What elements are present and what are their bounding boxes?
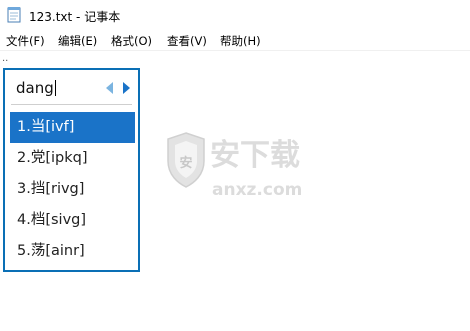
candidate-item[interactable]: 2.党[ipkq]: [10, 143, 135, 174]
ime-divider: [11, 104, 132, 105]
menu-bar: 文件(F) 编辑(E) 格式(O) 查看(V) 帮助(H): [0, 30, 470, 51]
menu-help[interactable]: 帮助(H): [220, 33, 261, 49]
candidate-item[interactable]: 4.档[sivg]: [10, 205, 135, 236]
text-cursor-icon: ..: [2, 53, 9, 64]
menu-file[interactable]: 文件(F): [6, 33, 45, 49]
ime-cursor: [54, 80, 56, 96]
menu-format[interactable]: 格式(O): [111, 33, 152, 49]
svg-text:安: 安: [179, 155, 192, 171]
ime-candidate-window: dang 1.当[ivf] 2.党[ipkq] 3.挡[rivg] 4.档[si…: [3, 68, 140, 272]
title-bar: 123.txt - 记事本: [0, 0, 470, 30]
watermark-cn: 安下载: [210, 138, 300, 173]
notepad-icon: [7, 7, 21, 23]
candidate-item[interactable]: 3.挡[rivg]: [10, 174, 135, 205]
candidate-item[interactable]: 1.当[ivf]: [10, 112, 135, 143]
next-page-arrow-icon[interactable]: [123, 82, 130, 94]
candidate-item[interactable]: 5.荡[ainr]: [10, 236, 135, 267]
menu-view[interactable]: 查看(V): [167, 33, 207, 49]
ime-composition: dang: [16, 79, 56, 97]
prev-page-arrow-icon[interactable]: [106, 82, 113, 94]
watermark-en: anxz.com: [212, 180, 302, 200]
ime-composition-text: dang: [16, 79, 54, 97]
menu-edit[interactable]: 编辑(E): [58, 33, 97, 49]
watermark-logo: 安 安下载 anxz.com: [167, 132, 302, 200]
window-title: 123.txt - 记事本: [29, 10, 121, 24]
